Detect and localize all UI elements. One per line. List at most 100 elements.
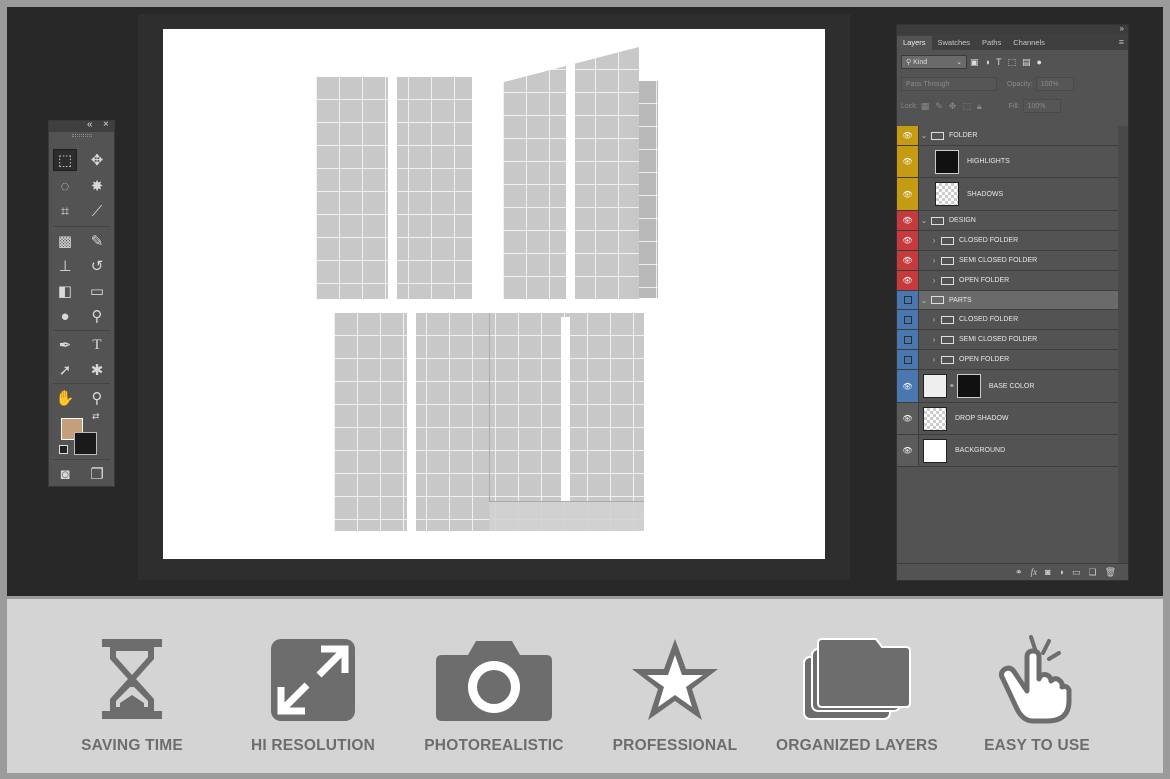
new-layer-icon[interactable]: ❏ <box>1088 567 1096 578</box>
filter-shape-icon[interactable]: ⬚ <box>1007 57 1016 68</box>
eye-icon[interactable]: 👁︎ <box>897 126 919 145</box>
default-colors-icon[interactable] <box>59 445 68 454</box>
close-icon[interactable]: × <box>103 119 109 130</box>
move-icon[interactable]: ✥ <box>85 149 109 171</box>
dodge-icon[interactable]: ⚲ <box>85 305 109 327</box>
eye-icon[interactable]: 👁︎ <box>897 370 919 402</box>
gradient-icon[interactable]: ▭ <box>85 280 109 302</box>
eraser-icon[interactable]: ◧ <box>53 280 77 302</box>
layer-group-parts[interactable]: ⌄ PARTS <box>897 291 1118 310</box>
layer-group-design-semi-closed-folder[interactable]: 👁︎ › SEMI CLOSED FOLDER <box>897 251 1118 271</box>
quick-mask-icon[interactable]: ◙ <box>53 463 77 485</box>
filter-row: ⚲ Kind ⌄ ▣ ◑ T ⬚ ▤ ● <box>901 55 1124 69</box>
layer-base-color[interactable]: 👁︎ ⚭ BASE COLOR <box>897 370 1118 403</box>
filter-type-icon[interactable]: T <box>996 57 1002 67</box>
new-group-icon[interactable]: ▭ <box>1072 567 1081 578</box>
layer-background[interactable]: 👁︎ BACKGROUND <box>897 435 1118 467</box>
brush-icon[interactable]: ✎ <box>85 230 109 252</box>
crop-icon[interactable]: ⌗ <box>53 200 77 222</box>
tab-channels[interactable]: Channels <box>1007 36 1051 50</box>
link-icon[interactable]: ⚭ <box>949 382 955 390</box>
trash-icon[interactable]: 🗑︎ <box>1105 567 1116 578</box>
filter-kind-select[interactable]: ⚲ Kind ⌄ <box>901 55 967 69</box>
layer-group-design-closed-folder[interactable]: 👁︎ › CLOSED FOLDER <box>897 231 1118 251</box>
lock-all-icon[interactable]: 🔒︎ <box>977 101 982 112</box>
adjustment-layer-icon[interactable]: ◑ <box>1059 567 1064 577</box>
magic-wand-icon[interactable]: ✸ <box>85 175 109 197</box>
eye-icon[interactable]: 👁︎ <box>897 231 919 250</box>
link-layers-icon[interactable]: ⚭ <box>1015 567 1023 578</box>
background-color-swatch[interactable] <box>74 432 97 455</box>
chevron-down-icon[interactable]: ⌄ <box>919 296 929 305</box>
type-icon[interactable]: T <box>85 334 109 356</box>
layer-group-design[interactable]: 👁︎ ⌄ DESIGN <box>897 211 1118 231</box>
eye-icon[interactable]: 👁︎ <box>897 435 919 466</box>
add-mask-icon[interactable]: ◙ <box>1045 567 1050 577</box>
layers-scrollbar[interactable] <box>1118 126 1128 568</box>
layer-group-parts-closed-folder[interactable]: › CLOSED FOLDER <box>897 310 1118 330</box>
layer-group-design-open-folder[interactable]: 👁︎ › OPEN FOLDER <box>897 271 1118 291</box>
filter-smart-object-icon[interactable]: ▤ <box>1022 57 1031 68</box>
layer-shadows[interactable]: 👁︎ SHADOWS <box>897 178 1118 211</box>
layer-highlights[interactable]: 👁︎ HIGHLIGHTS <box>897 146 1118 178</box>
screen-mode-icon[interactable]: ❐ <box>85 463 109 485</box>
fx-icon[interactable]: fx <box>1031 567 1038 577</box>
chevron-right-icon[interactable]: › <box>929 256 939 265</box>
shape-icon[interactable]: ✱ <box>85 359 109 381</box>
filter-pixel-icon[interactable]: ▣ <box>970 57 979 68</box>
chevron-right-icon[interactable]: › <box>929 335 939 344</box>
eye-icon[interactable]: 👁︎ <box>897 146 919 177</box>
eye-icon[interactable]: 👁︎ <box>897 271 919 290</box>
chevron-down-icon[interactable]: ⌄ <box>919 216 929 225</box>
pen-icon[interactable]: ✒ <box>53 334 77 356</box>
chevron-right-icon[interactable]: › <box>929 276 939 285</box>
path-select-icon[interactable]: ➚ <box>53 359 77 381</box>
tab-paths[interactable]: Paths <box>976 36 1007 50</box>
visibility-toggle[interactable] <box>897 330 919 349</box>
history-brush-icon[interactable]: ↺ <box>85 255 109 277</box>
chevron-down-icon[interactable]: ⌄ <box>919 131 929 140</box>
layer-group-parts-semi-closed-folder[interactable]: › SEMI CLOSED FOLDER <box>897 330 1118 350</box>
layer-group-parts-open-folder[interactable]: › OPEN FOLDER <box>897 350 1118 370</box>
layer-drop-shadow[interactable]: 👁︎ DROP SHADOW <box>897 403 1118 435</box>
collapse-icon[interactable]: « <box>87 119 93 130</box>
chevron-right-icon[interactable]: › <box>929 236 939 245</box>
feature-saving-time: SAVING TIME <box>42 599 222 773</box>
lock-position-icon[interactable]: ✥ <box>949 101 957 112</box>
folder-icon <box>931 216 944 225</box>
tab-layers[interactable]: Layers <box>897 36 932 50</box>
marquee-icon[interactable]: ⬚ <box>53 149 77 171</box>
blur-icon[interactable]: ● <box>53 305 77 327</box>
eye-icon[interactable]: 👁︎ <box>897 403 919 434</box>
zoom-icon[interactable]: ⚲ <box>85 387 109 409</box>
spot-healing-icon[interactable]: ▩ <box>53 230 77 252</box>
blend-row: Pass Through Opacity: 100% <box>901 77 1124 91</box>
stamp-icon[interactable]: ⊥ <box>53 255 77 277</box>
eye-icon[interactable]: 👁︎ <box>897 178 919 210</box>
lock-transparency-icon[interactable]: ▦ <box>921 101 930 112</box>
swap-colors-icon[interactable]: ⇄ <box>92 411 100 422</box>
fill-input[interactable]: 100% <box>1022 99 1061 113</box>
chevron-right-icon[interactable]: › <box>929 355 939 364</box>
visibility-toggle[interactable] <box>897 310 919 329</box>
tab-swatches[interactable]: Swatches <box>932 36 977 50</box>
tools-grip[interactable] <box>49 132 114 139</box>
chevron-right-icon[interactable]: › <box>929 315 939 324</box>
layer-group-folder[interactable]: 👁︎ ⌄ FOLDER <box>897 126 1118 146</box>
filter-toggle-icon[interactable]: ● <box>1036 57 1041 67</box>
filter-adjustment-icon[interactable]: ◑ <box>985 57 990 67</box>
eyedropper-icon[interactable]: ⟋ <box>85 200 109 222</box>
lasso-icon[interactable]: ◌ <box>53 175 77 197</box>
lock-artboard-icon[interactable]: ⬚ <box>962 101 971 112</box>
visibility-toggle[interactable] <box>897 291 919 309</box>
panel-collapse-icon[interactable]: » <box>897 25 1128 34</box>
blend-mode-select[interactable]: Pass Through <box>901 77 997 91</box>
opacity-input[interactable]: 100% <box>1035 77 1074 91</box>
eye-icon[interactable]: 👁︎ <box>897 251 919 270</box>
panel-menu-icon[interactable]: ≡ <box>1119 37 1124 47</box>
document-canvas[interactable] <box>163 29 825 559</box>
visibility-toggle[interactable] <box>897 350 919 369</box>
eye-icon[interactable]: 👁︎ <box>897 211 919 230</box>
lock-pixels-icon[interactable]: ✎ <box>935 101 943 112</box>
hand-icon[interactable]: ✋ <box>53 387 77 409</box>
